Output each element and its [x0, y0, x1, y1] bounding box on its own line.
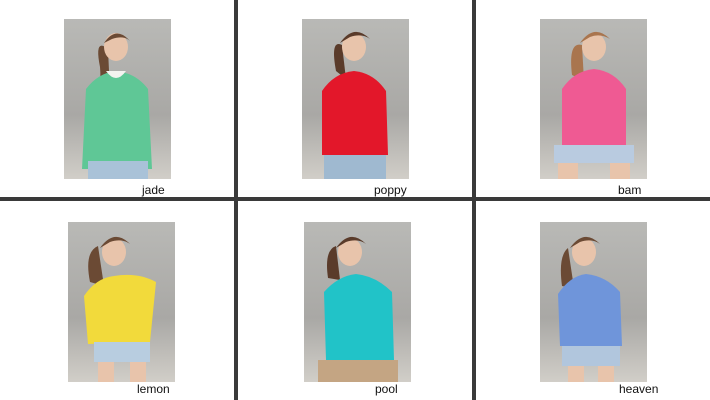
- product-name-label: bam: [618, 183, 642, 197]
- model-sweater-figure: [318, 236, 398, 382]
- model-sweater-figure: [82, 33, 152, 179]
- product-name-label: heaven: [619, 382, 659, 396]
- product-photo[interactable]: [302, 19, 409, 179]
- product-photo[interactable]: [540, 19, 647, 179]
- product-cell-poppy[interactable]: poppy: [238, 0, 472, 197]
- product-cell-heaven[interactable]: heaven: [476, 201, 710, 398]
- model-sweater-figure: [558, 236, 622, 382]
- product-photo[interactable]: [68, 222, 175, 382]
- product-photo[interactable]: [304, 222, 411, 382]
- product-photo[interactable]: [540, 222, 647, 382]
- product-name-label: lemon: [137, 382, 170, 396]
- product-cell-lemon[interactable]: lemon: [0, 201, 234, 398]
- model-sweater-figure: [554, 31, 634, 179]
- product-cell-jade[interactable]: jade: [0, 0, 234, 197]
- product-name-label: poppy: [374, 183, 407, 197]
- product-name-label: pool: [375, 382, 398, 396]
- model-sweater-figure: [322, 31, 388, 179]
- product-cell-bam[interactable]: bam: [476, 0, 710, 197]
- model-sweater-figure: [84, 236, 156, 382]
- product-cell-pool[interactable]: pool: [238, 201, 472, 398]
- product-photo[interactable]: [64, 19, 171, 179]
- product-name-label: jade: [142, 183, 165, 197]
